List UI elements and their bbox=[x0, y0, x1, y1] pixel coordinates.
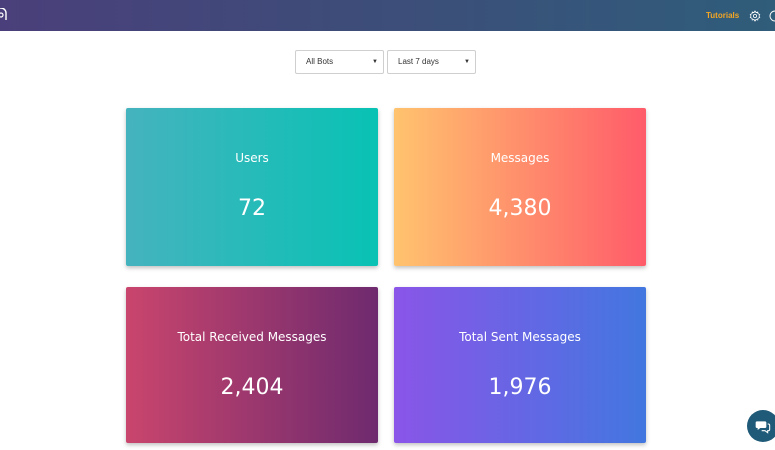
chat-button[interactable] bbox=[747, 410, 775, 442]
tutorials-link[interactable]: Tutorials bbox=[706, 11, 739, 20]
received-messages-stat-card: Total Received Messages 2,404 bbox=[126, 287, 378, 443]
bot-select-value: All Bots bbox=[306, 57, 334, 66]
bot-select[interactable]: All Bots ▼ bbox=[295, 50, 384, 74]
users-stat-card: Users 72 bbox=[126, 108, 378, 266]
date-range-select[interactable]: Last 7 days ▼ bbox=[387, 50, 476, 74]
stat-value: 1,976 bbox=[488, 375, 552, 400]
stat-label: Total Received Messages bbox=[177, 330, 327, 344]
chat-icon bbox=[755, 421, 771, 434]
stat-label: Total Sent Messages bbox=[459, 330, 581, 344]
chevron-down-icon: ▼ bbox=[372, 59, 378, 65]
stat-label: Users bbox=[235, 151, 269, 165]
top-navbar: Tutorials bbox=[0, 0, 775, 31]
stat-value: 2,404 bbox=[220, 375, 284, 400]
logo-icon[interactable] bbox=[0, 8, 8, 22]
chevron-down-icon: ▼ bbox=[464, 59, 470, 65]
stat-label: Messages bbox=[490, 151, 550, 165]
messages-stat-card: Messages 4,380 bbox=[394, 108, 646, 266]
stat-value: 4,380 bbox=[488, 196, 552, 221]
sent-messages-stat-card: Total Sent Messages 1,976 bbox=[394, 287, 646, 443]
user-icon[interactable] bbox=[769, 10, 775, 22]
gear-icon[interactable] bbox=[749, 10, 761, 22]
stat-value: 72 bbox=[238, 196, 266, 221]
date-range-select-value: Last 7 days bbox=[398, 57, 439, 66]
